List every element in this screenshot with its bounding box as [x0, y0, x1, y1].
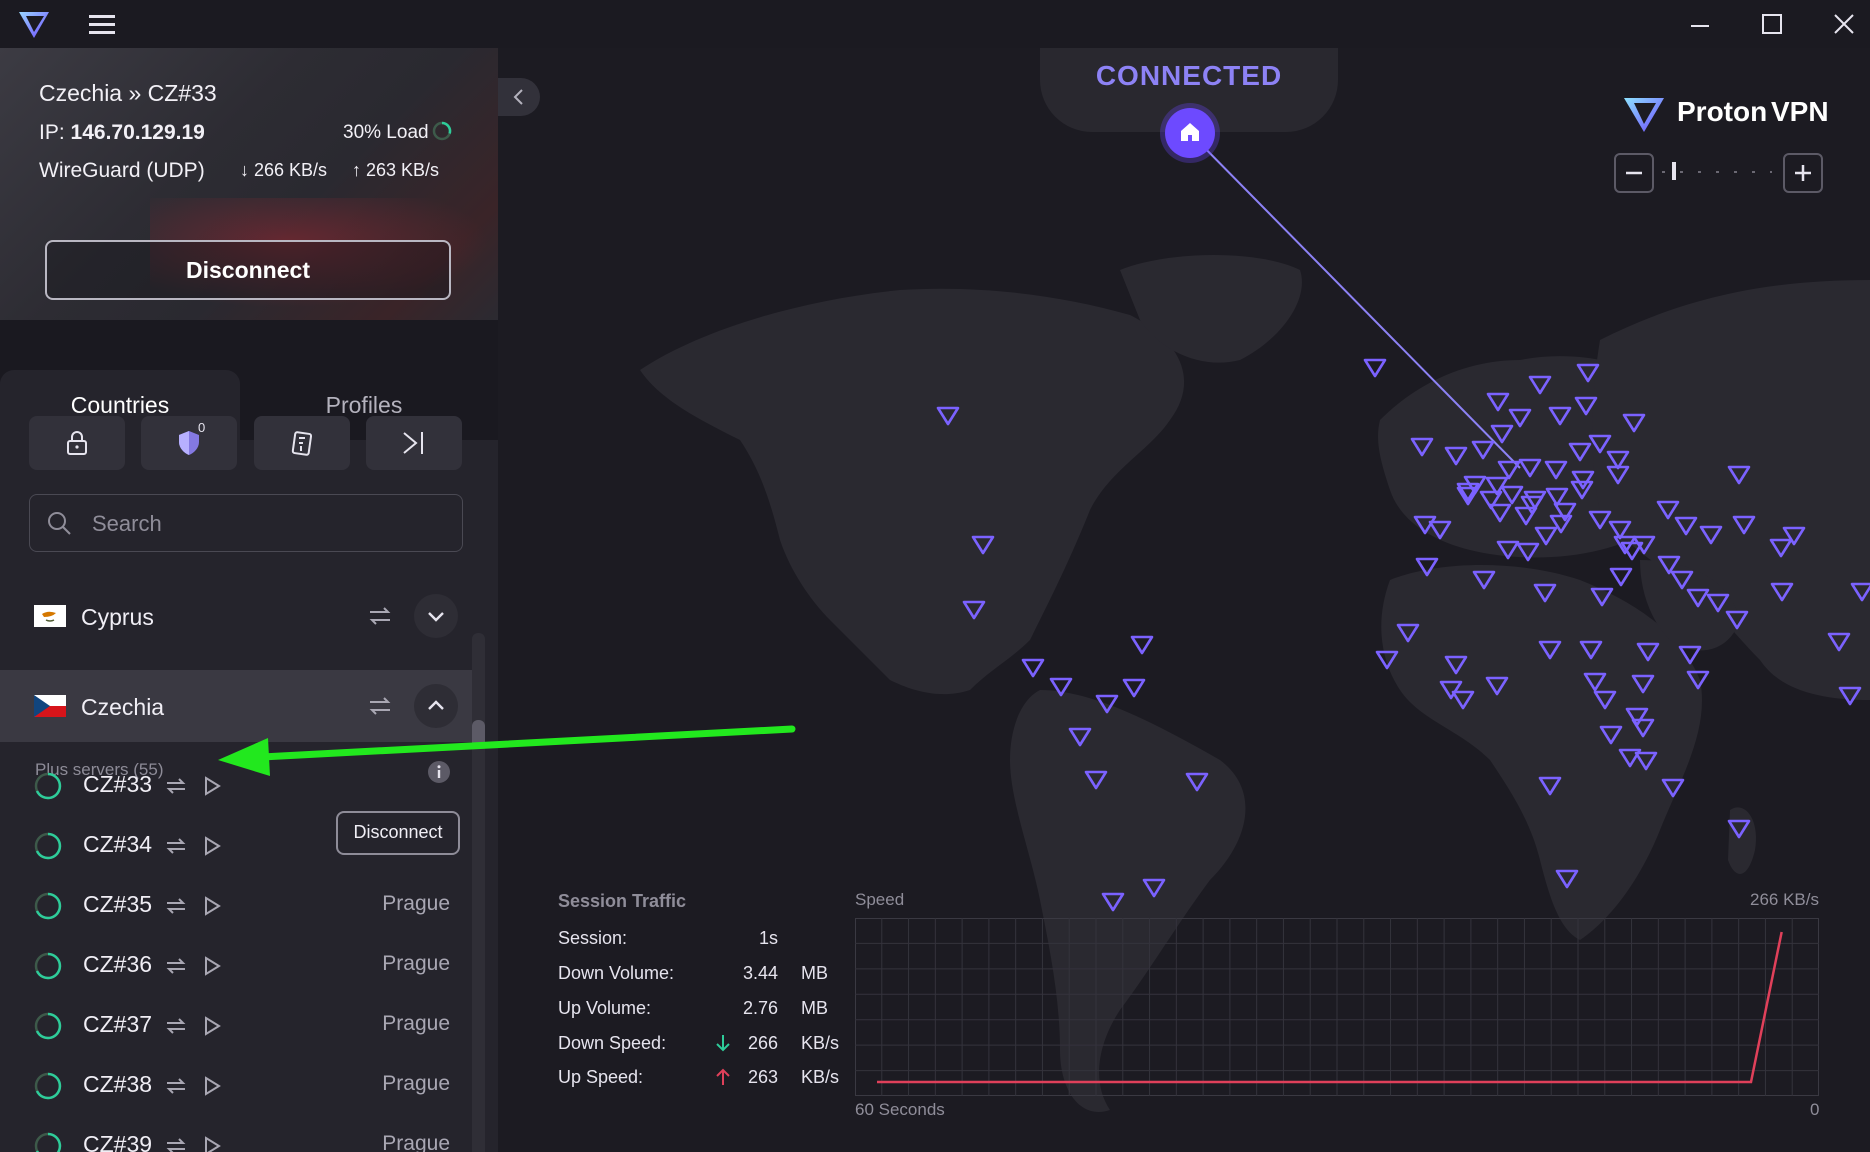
zoom-in-button[interactable]: [1783, 153, 1823, 193]
x-axis-end-label: 0: [1810, 1100, 1820, 1119]
home-icon: [1181, 123, 1199, 141]
download-speed: ↓ 266 KB/s: [240, 160, 328, 180]
ip-address: 146.70.129.19: [70, 121, 205, 144]
upload-arrow-icon: ↑: [352, 160, 361, 180]
traffic-value: 1s: [758, 928, 778, 948]
server-marker[interactable]: [1122, 678, 1146, 698]
traffic-label: Up Speed:: [558, 1067, 644, 1087]
server-marker[interactable]: [1609, 567, 1633, 587]
up-arrow-icon: [716, 1068, 730, 1085]
speed-chart: [855, 918, 1819, 1096]
plus-icon: [1795, 165, 1811, 181]
load-indicator-icon: [432, 121, 452, 141]
server-load: 30% Load: [343, 122, 429, 143]
collapse-sidebar-button[interactable]: [498, 78, 540, 116]
ip-line: IP: 146.70.129.19: [39, 121, 205, 145]
traffic-value: 2.76: [742, 998, 778, 1018]
traffic-value: 263: [747, 1067, 778, 1087]
connection-status: CONNECTED: [1095, 60, 1283, 91]
server-marker[interactable]: [1130, 635, 1154, 655]
chevron-left-icon: [513, 89, 523, 105]
traffic-unit: MB: [801, 998, 828, 1018]
minus-icon: [1626, 171, 1642, 175]
traffic-unit: MB: [801, 963, 828, 983]
traffic-label: Down Speed:: [558, 1033, 667, 1053]
traffic-value: 266: [747, 1033, 778, 1053]
speed-max-label: 266 KB/s: [1750, 890, 1819, 909]
traffic-value: 3.44: [742, 963, 778, 983]
chart-grid: [855, 918, 1819, 1096]
traffic-label: Down Volume:: [558, 963, 675, 983]
traffic-unit: KB/s: [801, 1033, 840, 1053]
server-path: Czechia » CZ#33: [39, 80, 217, 106]
zoom-slider-thumb[interactable]: [1672, 162, 1676, 180]
brand-name-vpn: VPN: [1771, 96, 1829, 127]
traffic-unit: KB/s: [801, 1067, 840, 1087]
brand-name-proton: Proton: [1677, 96, 1768, 127]
zoom-out-button[interactable]: [1614, 153, 1654, 193]
traffic-label: Up Volume:: [558, 998, 652, 1018]
speed-series-line: [877, 931, 1783, 1084]
protonvpn-brand-icon: [1624, 98, 1664, 132]
ip-label: IP:: [39, 121, 65, 144]
home-pin[interactable]: [1165, 108, 1215, 158]
download-arrow-icon: ↓: [240, 160, 249, 180]
traffic-label: Session:: [558, 928, 628, 948]
x-axis-start-label: 60 Seconds: [855, 1100, 945, 1119]
zoom-slider-track[interactable]: [1662, 171, 1772, 173]
upload-speed: ↑ 263 KB/s: [352, 160, 440, 180]
session-traffic-title: Session Traffic: [558, 891, 687, 911]
server-marker[interactable]: [1363, 358, 1387, 378]
speed-chart-label: Speed: [855, 890, 905, 909]
down-arrow-icon: [716, 1035, 730, 1052]
disconnect-button[interactable]: Disconnect: [45, 240, 451, 300]
protocol: WireGuard (UDP): [39, 159, 205, 182]
server-marker[interactable]: [1021, 658, 1045, 678]
